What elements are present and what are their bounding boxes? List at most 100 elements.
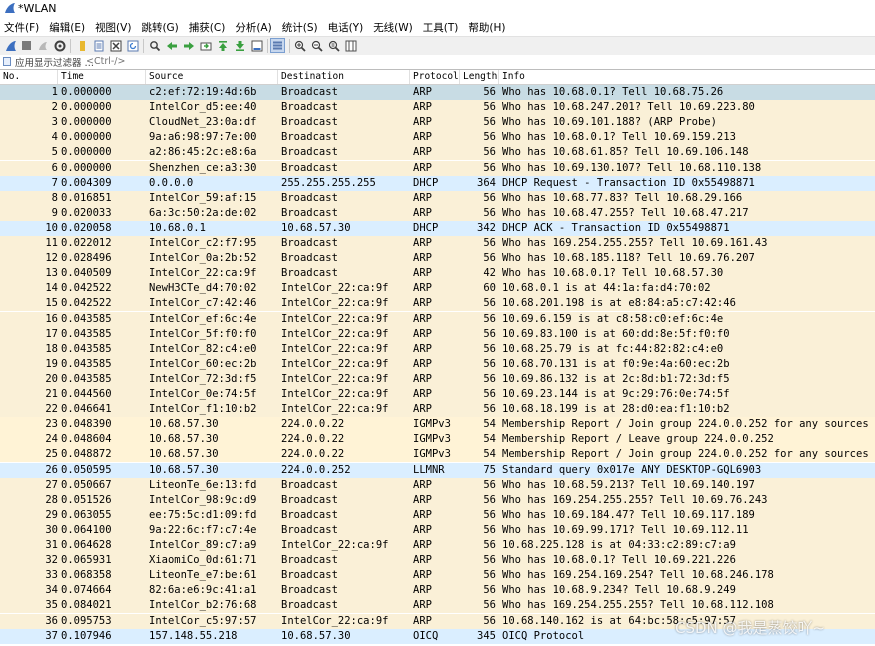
packet-time: 0.022012: [61, 237, 112, 249]
packet-number: 23: [45, 418, 58, 431]
packet-row[interactable]: 22 0.046641 IntelCor_f1:10:b2 IntelCor_22:c…: [0, 402, 875, 418]
packet-row[interactable]: 2 0.000000 IntelCor_d5:ee:40 Broadcast ARP 56…: [0, 100, 875, 116]
column-header-protocol[interactable]: Protocol: [410, 70, 460, 84]
menu-tools[interactable]: 工具(T): [418, 18, 464, 35]
packet-row[interactable]: 7 0.004309 0.0.0.0 255.255.255.255 DHCP 364 DH…: [0, 175, 875, 191]
window-title: *WLAN: [18, 2, 57, 15]
packet-row[interactable]: 23 0.048390 10.68.57.30 224.0.0.22 IGMPv3 54 M…: [0, 417, 875, 433]
menu-statistics[interactable]: 统计(S): [277, 18, 323, 35]
packet-row[interactable]: 34 0.074664 82:6a:e6:9c:41:a1 Broadcast ARP 5…: [0, 583, 875, 599]
packet-source: 10.68.57.30: [149, 448, 219, 461]
packet-row[interactable]: 28 0.051526 IntelCor_98:9c:d9 Broadcast ARP 5…: [0, 492, 875, 508]
packet-row[interactable]: 27 0.050667 LiteonTe_6e:13:fd Broadcast ARP 5…: [0, 477, 875, 493]
column-header-length[interactable]: Length: [460, 70, 499, 84]
packet-row[interactable]: 26 0.050595 10.68.57.30 224.0.0.252 LLMNR 75 S…: [0, 462, 875, 478]
autoscroll-button[interactable]: [249, 38, 264, 53]
column-header-no[interactable]: No.: [0, 70, 58, 84]
go-first-button[interactable]: [215, 38, 230, 53]
packet-source: LiteonTe_6e:13:fd: [149, 478, 257, 491]
restart-capture-button[interactable]: [35, 38, 50, 53]
reload-button[interactable]: [125, 38, 140, 53]
packet-length: 56: [483, 86, 496, 98]
packet-row[interactable]: 33 0.068358 LiteonTe_e7:be:61 Broadcast ARP 5…: [0, 568, 875, 584]
column-header-info[interactable]: Info: [499, 70, 875, 84]
close-file-button[interactable]: [108, 38, 123, 53]
go-forward-button[interactable]: [181, 38, 196, 53]
packet-info: 10.68.0.1 is at 44:1a:fa:d4:70:02: [502, 282, 711, 295]
packet-row[interactable]: 29 0.063055 ee:75:5c:d1:09:fd Broadcast ARP 5…: [0, 507, 875, 523]
go-to-packet-button[interactable]: [198, 38, 213, 53]
menu-file[interactable]: 文件(F): [0, 18, 44, 35]
packet-row[interactable]: 3 0.000000 CloudNet_23:0a:df Broadcast ARP 56…: [0, 115, 875, 131]
packet-length: 56: [483, 554, 496, 567]
packet-length: 56: [483, 614, 496, 627]
menu-capture[interactable]: 捕获(C): [184, 18, 231, 35]
filter-bookmark-icon[interactable]: [3, 57, 11, 66]
packet-row[interactable]: 6 0.000000 Shenzhen_ce:a3:30 Broadcast ARP 56…: [0, 160, 875, 176]
packet-info: DHCP ACK - Transaction ID 0x55498871: [502, 221, 730, 234]
packet-destination: IntelCor_22:ca:9f: [281, 297, 389, 310]
packet-row[interactable]: 12 0.028496 IntelCor_0a:2b:52 Broadcast ARP 5…: [0, 251, 875, 267]
menu-help[interactable]: 帮助(H): [463, 18, 510, 35]
packet-protocol: ARP: [413, 508, 432, 521]
menu-analyze[interactable]: 分析(A): [230, 18, 276, 35]
menu-edit[interactable]: 编辑(E): [44, 18, 90, 35]
go-last-button[interactable]: [232, 38, 247, 53]
menu-view[interactable]: 视图(V): [90, 18, 136, 35]
column-header-source[interactable]: Source: [146, 70, 278, 84]
packet-time: 0.028496: [61, 252, 112, 265]
packet-row[interactable]: 4 0.000000 9a:a6:98:97:7e:00 Broadcast ARP 56…: [0, 130, 875, 146]
packet-protocol: ARP: [413, 237, 432, 249]
capture-options-button[interactable]: [52, 38, 67, 53]
packet-row[interactable]: 15 0.042522 IntelCor_c7:42:46 IntelCor_22:c…: [0, 296, 875, 312]
packet-protocol: ARP: [413, 116, 432, 129]
packet-destination: IntelCor_22:ca:9f: [281, 312, 389, 325]
column-header-time[interactable]: Time: [58, 70, 146, 84]
packet-row[interactable]: 35 0.084021 IntelCor_b2:76:68 Broadcast ARP 5…: [0, 598, 875, 614]
menu-go[interactable]: 跳转(G): [136, 18, 183, 35]
packet-protocol: ARP: [413, 357, 432, 370]
packet-row[interactable]: 5 0.000000 a2:86:45:2c:e8:6a Broadcast ARP 56…: [0, 145, 875, 161]
packet-row[interactable]: 10 0.020058 10.68.0.1 10.68.57.30 DHCP 342 DHC…: [0, 220, 875, 236]
packet-row[interactable]: 18 0.043585 IntelCor_82:c4:e0 IntelCor_22:c…: [0, 341, 875, 357]
packet-row[interactable]: 32 0.065931 XiaomiCo_0d:61:71 Broadcast ARP 5…: [0, 553, 875, 569]
packet-row[interactable]: 11 0.022012 IntelCor_c2:f7:95 Broadcast ARP 5…: [0, 236, 875, 251]
zoom-out-button[interactable]: [309, 38, 324, 53]
packet-row[interactable]: 1 0.000000 c2:ef:72:19:4d:6b Broadcast ARP 56…: [0, 85, 875, 100]
packet-row[interactable]: 13 0.040509 IntelCor_22:ca:9f Broadcast ARP 4…: [0, 266, 875, 282]
packet-length: 54: [483, 448, 496, 461]
zoom-in-button[interactable]: [292, 38, 307, 53]
packet-length: 56: [483, 206, 496, 219]
column-header-destination[interactable]: Destination: [278, 70, 410, 84]
stop-capture-button[interactable]: [19, 38, 34, 53]
packet-row[interactable]: 8 0.016851 IntelCor_59:af:15 Broadcast ARP 56…: [0, 190, 875, 206]
colorize-button[interactable]: [270, 38, 285, 53]
packet-row[interactable]: 16 0.043585 IntelCor_ef:6c:4e IntelCor_22:c…: [0, 311, 875, 327]
packet-length: 56: [483, 252, 496, 265]
display-filter-input[interactable]: [86, 55, 866, 68]
packet-row[interactable]: 20 0.043585 IntelCor_72:3d:f5 IntelCor_22:c…: [0, 371, 875, 387]
packet-row[interactable]: 17 0.043585 IntelCor_5f:f0:f0 IntelCor_22:c…: [0, 326, 875, 342]
packet-row[interactable]: 21 0.044560 IntelCor_0e:74:5f IntelCor_22:c…: [0, 387, 875, 402]
zoom-normal-button[interactable]: [326, 38, 341, 53]
packet-source: 82:6a:e6:9c:41:a1: [149, 584, 257, 597]
packet-row[interactable]: 25 0.048872 10.68.57.30 224.0.0.22 IGMPv3 54 M…: [0, 447, 875, 463]
packet-row[interactable]: 30 0.064100 9a:22:6c:f7:c7:4e Broadcast ARP 5…: [0, 522, 875, 538]
go-back-button[interactable]: [164, 38, 179, 53]
packet-info: Who has 169.254.255.255? Tell 10.69.76.2…: [502, 493, 768, 506]
open-file-button[interactable]: [74, 38, 89, 53]
packet-row[interactable]: 24 0.048604 10.68.57.30 224.0.0.22 IGMPv3 54 M…: [0, 432, 875, 448]
packet-row[interactable]: 19 0.043585 IntelCor_60:ec:2b IntelCor_22:c…: [0, 356, 875, 372]
menu-telephony[interactable]: 电话(Y): [323, 18, 369, 35]
start-capture-button[interactable]: [3, 38, 18, 53]
packet-protocol: ARP: [413, 599, 432, 612]
menu-wireless[interactable]: 无线(W): [368, 18, 418, 35]
resize-columns-button[interactable]: [343, 38, 358, 53]
packet-row[interactable]: 9 0.020033 6a:3c:50:2a:de:02 Broadcast ARP 56…: [0, 205, 875, 221]
go-back-arrow-icon: [166, 41, 177, 50]
packet-row[interactable]: 14 0.042522 NewH3CTe_d4:70:02 IntelCor_22:c…: [0, 281, 875, 297]
find-packet-button[interactable]: [147, 38, 162, 53]
save-file-button[interactable]: [91, 38, 106, 53]
packet-row[interactable]: 31 0.064628 IntelCor_89:c7:a9 IntelCor_22:c…: [0, 538, 875, 553]
packet-number: 26: [45, 463, 58, 476]
